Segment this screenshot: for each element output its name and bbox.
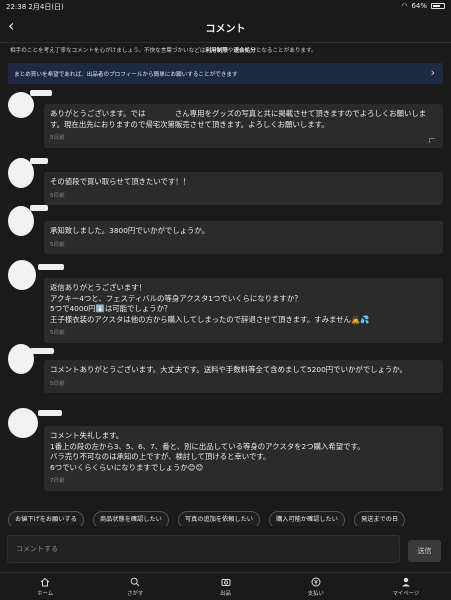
status-time: 22:38 2月4日(日): [6, 3, 64, 11]
page-title: コメント: [205, 23, 246, 35]
send-button[interactable]: 送信: [408, 540, 441, 562]
chevron-right-icon: ›: [430, 66, 435, 79]
camera-icon: [221, 578, 230, 586]
comment-time: 5日前: [50, 380, 65, 387]
banner-text: まとめ買いを希望であれば、出品者のプロフィールから簡単にお願いすることができます: [14, 71, 238, 78]
comment-guideline-notice: 相手のことを考え丁寧なコメントを心がけましょう。不快な言葉づかいなどは利用制限や…: [10, 48, 317, 54]
battery-icon: [431, 3, 445, 9]
wifi-icon: ◠: [401, 2, 408, 10]
comment-bubble: ありがとうございます。では さん専用をグッズの写真と共に掲載させて頂きますのでよ…: [44, 104, 443, 148]
quick-reply-chips: お値下げをお願いする 商品状態を確認したい 写真の追加を依頼したい 購入可能か確…: [0, 506, 451, 526]
tab-home[interactable]: ホーム: [0, 573, 90, 600]
tab-payment[interactable]: 支払い: [271, 573, 361, 600]
comment-time: 5日前: [50, 330, 65, 336]
header: ‹ コメント: [0, 12, 451, 42]
battery-percent: 64%: [411, 2, 427, 10]
comment-bubble: コメント失礼します。 1番上の段の左から3、5、6、7、番と、別に出品している等…: [44, 426, 443, 491]
person-icon: [401, 577, 410, 586]
bottom-tab-bar: ホーム さがす 出品 支払い マイページ: [0, 572, 451, 600]
chip-shipping[interactable]: 発送までの日: [354, 511, 406, 526]
back-arrow-icon[interactable]: ‹: [8, 16, 14, 35]
comment-input[interactable]: [7, 535, 400, 563]
chip-check-condition[interactable]: 商品状態を確認したい: [92, 511, 169, 526]
commenter-name: [30, 348, 54, 354]
comment-time: 7日前: [50, 478, 65, 484]
comment-bubble: 返信ありがとうございます！ アクキー4つと、フェスティバルの等身アクスタ1つでい…: [44, 278, 443, 343]
bulk-buy-banner[interactable]: まとめ買いを希望であれば、出品者のプロフィールから簡単にお願いすることができます…: [8, 63, 443, 84]
chip-check-availability[interactable]: 購入可能か確認したい: [269, 511, 345, 526]
payment-icon: [311, 577, 321, 586]
avatar[interactable]: [8, 92, 34, 118]
avatar[interactable]: [8, 408, 38, 438]
header-divider: [0, 42, 451, 43]
commenter-name: [38, 410, 62, 416]
commenter-name: [30, 158, 48, 164]
comment-time: 5日前: [50, 241, 65, 248]
tab-search[interactable]: さがす: [90, 573, 180, 600]
chip-request-photos[interactable]: 写真の追加を依頼したい: [177, 511, 260, 526]
search-icon: [130, 577, 140, 586]
tab-sell[interactable]: 出品: [180, 573, 270, 600]
commenter-name: [30, 90, 52, 96]
status-bar: 22:38 2月4日(日) ◠ 64%: [0, 0, 451, 12]
commenter-name: [30, 205, 48, 211]
flag-icon[interactable]: [429, 137, 435, 143]
comment-bubble: コメントありがとうございます。大丈夫です。送料や手数料等全て含めまして5200円…: [44, 360, 443, 393]
home-icon: [40, 577, 50, 586]
tab-mypage[interactable]: マイページ: [361, 573, 451, 600]
comment-time: 5日前: [50, 135, 65, 141]
commenter-name: [38, 264, 64, 270]
comment-bubble: その値段で買い取らせて頂きたいです！！ 5日前: [44, 172, 443, 205]
comment-time: 5日前: [50, 192, 65, 199]
comment-bubble: 承知致しました。3800円でいかがでしょうか。 5日前: [44, 221, 443, 254]
avatar[interactable]: [8, 260, 36, 290]
chip-request-discount[interactable]: お値下げをお願いする: [8, 511, 84, 526]
